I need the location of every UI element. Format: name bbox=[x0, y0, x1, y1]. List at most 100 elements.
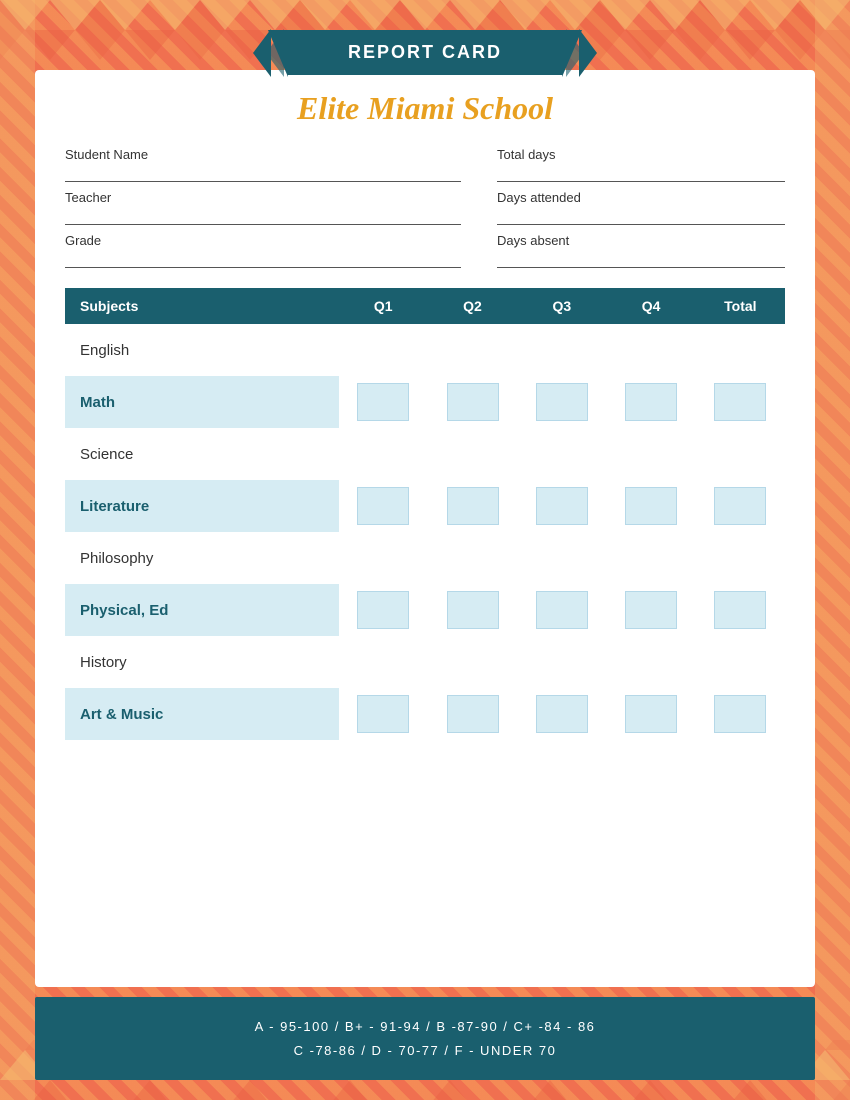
grade-box bbox=[536, 487, 588, 525]
q3-grade-cell bbox=[517, 584, 606, 636]
banner-shape: REPORT CARD bbox=[288, 30, 562, 75]
total-grade-cell bbox=[696, 688, 785, 740]
grade-line bbox=[65, 250, 461, 268]
q1-grade-cell bbox=[339, 688, 428, 740]
q4-grade-cell bbox=[606, 428, 695, 480]
grade-box bbox=[447, 695, 499, 733]
grade-box bbox=[714, 591, 766, 629]
subject-name-cell: English bbox=[65, 324, 339, 376]
total-header: Total bbox=[696, 288, 785, 324]
q2-grade-cell bbox=[428, 532, 517, 584]
page-wrapper: REPORT CARD Elite Miami School Student N… bbox=[0, 0, 850, 1100]
grade-label: Grade bbox=[65, 233, 461, 248]
days-absent-field: Days absent bbox=[497, 233, 785, 268]
grade-box bbox=[357, 383, 409, 421]
q2-grade-cell bbox=[428, 636, 517, 688]
table-row: Literature bbox=[65, 480, 785, 532]
q3-header: Q3 bbox=[517, 288, 606, 324]
q4-grade-cell bbox=[606, 688, 695, 740]
q1-header: Q1 bbox=[339, 288, 428, 324]
banner-header: REPORT CARD bbox=[288, 30, 562, 75]
info-right: Total days Days attended Days absent bbox=[497, 147, 785, 268]
info-left: Student Name Teacher Grade bbox=[65, 147, 461, 268]
total-grade-cell bbox=[696, 324, 785, 376]
table-header-row: Subjects Q1 Q2 Q3 Q4 Total bbox=[65, 288, 785, 324]
q2-grade-cell bbox=[428, 428, 517, 480]
banner-title: REPORT CARD bbox=[348, 42, 502, 63]
days-absent-label: Days absent bbox=[497, 233, 785, 248]
grade-box bbox=[714, 383, 766, 421]
grades-table: Subjects Q1 Q2 Q3 Q4 Total EnglishMathSc… bbox=[65, 288, 785, 740]
days-attended-field: Days attended bbox=[497, 190, 785, 225]
table-row: Philosophy bbox=[65, 532, 785, 584]
subject-name-cell: Literature bbox=[65, 480, 339, 532]
school-name: Elite Miami School bbox=[65, 90, 785, 127]
grade-field: Grade bbox=[65, 233, 461, 268]
q4-grade-cell bbox=[606, 584, 695, 636]
main-card: Elite Miami School Student Name Teacher … bbox=[35, 70, 815, 987]
q1-grade-cell bbox=[339, 376, 428, 428]
q1-grade-cell bbox=[339, 480, 428, 532]
subject-name-cell: Physical, Ed bbox=[65, 584, 339, 636]
q3-grade-cell bbox=[517, 324, 606, 376]
q4-grade-cell bbox=[606, 324, 695, 376]
grade-box bbox=[714, 695, 766, 733]
q1-grade-cell bbox=[339, 636, 428, 688]
student-name-field: Student Name bbox=[65, 147, 461, 182]
table-row: Science bbox=[65, 428, 785, 480]
q2-grade-cell bbox=[428, 324, 517, 376]
q1-grade-cell bbox=[339, 428, 428, 480]
student-name-line bbox=[65, 164, 461, 182]
days-attended-line bbox=[497, 207, 785, 225]
teacher-field: Teacher bbox=[65, 190, 461, 225]
subject-name-cell: Science bbox=[65, 428, 339, 480]
subjects-header: Subjects bbox=[65, 288, 339, 324]
total-grade-cell bbox=[696, 428, 785, 480]
total-days-field: Total days bbox=[497, 147, 785, 182]
teacher-label: Teacher bbox=[65, 190, 461, 205]
q1-grade-cell bbox=[339, 532, 428, 584]
q1-grade-cell bbox=[339, 324, 428, 376]
q2-grade-cell bbox=[428, 480, 517, 532]
table-row: History bbox=[65, 636, 785, 688]
q3-grade-cell bbox=[517, 480, 606, 532]
days-absent-line bbox=[497, 250, 785, 268]
grade-box bbox=[447, 383, 499, 421]
footer-line1: A - 95-100 / B+ - 91-94 / B -87-90 / C+ … bbox=[55, 1015, 795, 1038]
total-days-line bbox=[497, 164, 785, 182]
grade-box bbox=[447, 591, 499, 629]
q2-grade-cell bbox=[428, 584, 517, 636]
grade-box bbox=[536, 591, 588, 629]
q4-grade-cell bbox=[606, 532, 695, 584]
total-grade-cell bbox=[696, 532, 785, 584]
table-row: Art & Music bbox=[65, 688, 785, 740]
q3-grade-cell bbox=[517, 688, 606, 740]
q4-grade-cell bbox=[606, 376, 695, 428]
subject-name-cell: Math bbox=[65, 376, 339, 428]
total-grade-cell bbox=[696, 584, 785, 636]
grade-box bbox=[447, 487, 499, 525]
subject-name-cell: Art & Music bbox=[65, 688, 339, 740]
q3-grade-cell bbox=[517, 376, 606, 428]
grade-box bbox=[625, 383, 677, 421]
q4-grade-cell bbox=[606, 480, 695, 532]
subject-name-cell: History bbox=[65, 636, 339, 688]
q3-grade-cell bbox=[517, 636, 606, 688]
table-row: English bbox=[65, 324, 785, 376]
table-row: Physical, Ed bbox=[65, 584, 785, 636]
grade-box bbox=[357, 695, 409, 733]
q2-header: Q2 bbox=[428, 288, 517, 324]
grade-box bbox=[536, 383, 588, 421]
q2-grade-cell bbox=[428, 688, 517, 740]
info-section: Student Name Teacher Grade Total days bbox=[65, 147, 785, 268]
subject-name-cell: Philosophy bbox=[65, 532, 339, 584]
total-grade-cell bbox=[696, 480, 785, 532]
footer-bar: A - 95-100 / B+ - 91-94 / B -87-90 / C+ … bbox=[35, 997, 815, 1080]
footer-line2: C -78-86 / D - 70-77 / F - UNDER 70 bbox=[55, 1039, 795, 1062]
grade-box bbox=[357, 591, 409, 629]
total-grade-cell bbox=[696, 376, 785, 428]
table-row: Math bbox=[65, 376, 785, 428]
grade-box bbox=[536, 695, 588, 733]
grade-box bbox=[625, 591, 677, 629]
grade-box bbox=[625, 487, 677, 525]
